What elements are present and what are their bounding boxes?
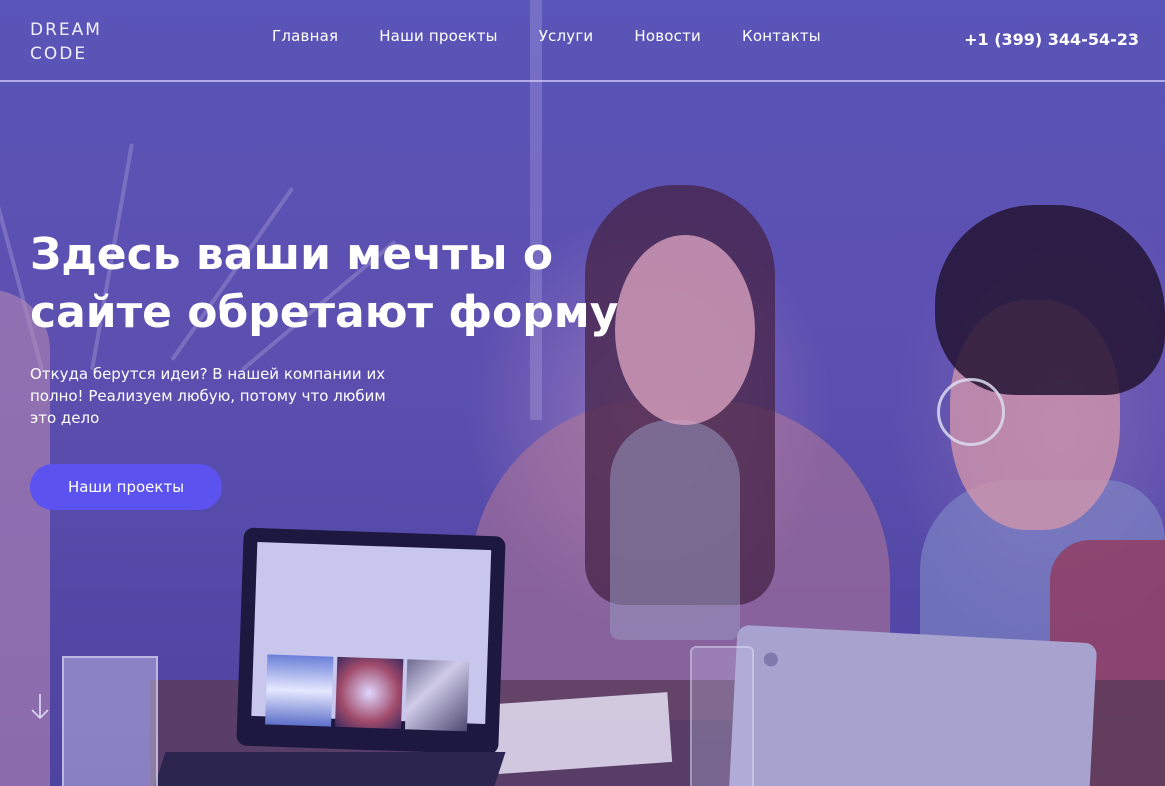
laptop-screen	[236, 527, 506, 755]
projects-button[interactable]: Наши проекты	[30, 464, 222, 510]
logo-line-1: DREAM	[30, 20, 102, 40]
nav-item-contacts[interactable]: Контакты	[742, 27, 821, 45]
nav-item-news[interactable]: Новости	[634, 27, 701, 45]
glasses	[937, 378, 1005, 446]
logo-line-2: CODE	[30, 44, 88, 64]
logo[interactable]: DREAM CODE	[30, 18, 102, 66]
chromebook	[728, 624, 1098, 786]
laptop-thumbnail	[404, 659, 470, 732]
laptop-thumbnail	[334, 656, 404, 730]
main-nav: Главная Наши проекты Услуги Новости Конт…	[272, 27, 821, 45]
site-header: DREAM CODE Главная Наши проекты Услуги Н…	[0, 0, 1165, 82]
drink-glass	[62, 656, 158, 786]
arrow-down-icon[interactable]	[28, 692, 52, 722]
nav-item-services[interactable]: Услуги	[539, 27, 594, 45]
woman-face	[615, 235, 755, 425]
woman-shirt	[610, 420, 740, 640]
nav-item-home[interactable]: Главная	[272, 27, 338, 45]
phone-number[interactable]: +1 (399) 344-54-23	[964, 30, 1139, 49]
laptop-thumbnail	[265, 654, 334, 727]
laptop-base	[154, 752, 506, 786]
hero-title: Здесь ваши мечты о сайте обретают форму	[30, 229, 619, 338]
hero-description: Откуда берутся идеи? В нашей компании их…	[30, 365, 386, 427]
nav-item-projects[interactable]: Наши проекты	[379, 27, 498, 45]
man-hair	[935, 205, 1165, 395]
water-glass	[690, 646, 754, 786]
laptop-display	[251, 541, 492, 732]
chrome-logo-icon	[763, 652, 779, 667]
